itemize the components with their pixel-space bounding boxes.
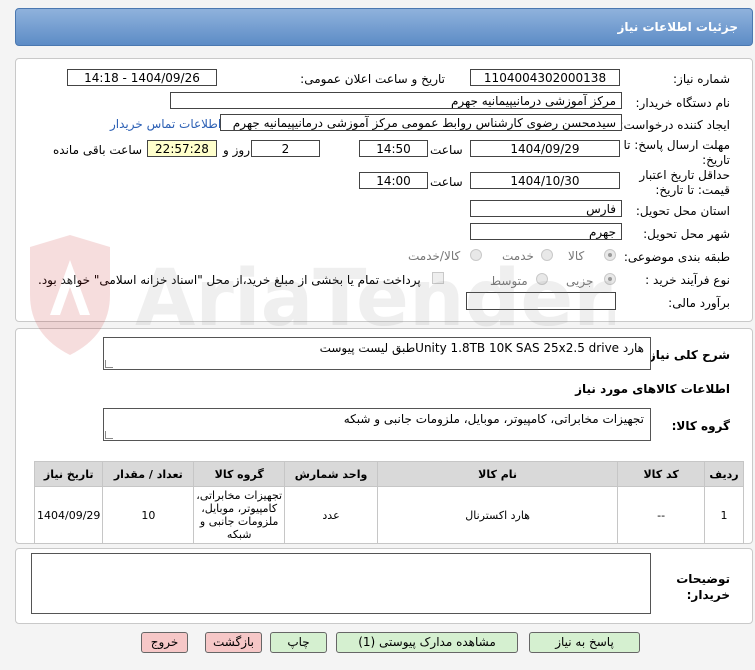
purchase-type-label: نوع فرآیند خرید : <box>645 273 730 287</box>
buyer-notes-field[interactable] <box>31 553 651 614</box>
deadline-label-1: مهلت ارسال پاسخ: تا <box>623 138 730 152</box>
validity-date-field[interactable]: 1404/10/30 <box>470 172 620 189</box>
goods-group-label: گروه کالا: <box>671 419 730 433</box>
print-button[interactable]: چاپ <box>270 632 327 653</box>
col-header-name: نام کالا <box>376 461 619 487</box>
buyer-notes-label-1: توضیحات <box>676 572 730 586</box>
col-header-unit: واحد شمارش <box>284 461 378 487</box>
remaining-time-field: 22:57:28 <box>147 140 217 157</box>
estimate-label: برآورد مالی: <box>668 296 730 310</box>
cell-date: 1404/09/29 <box>33 486 104 544</box>
cell-code: -- <box>617 486 706 544</box>
deadline-label-2: تاریخ: <box>702 153 730 167</box>
col-header-group: گروه کالا <box>193 461 286 487</box>
description-field[interactable]: هارد Unity 1.8TB 10K SAS 25x2.5 driveطبق… <box>103 337 651 370</box>
goods-section-title: اطلاعات کالاهای مورد نیاز <box>575 382 730 396</box>
category-label: طبقه بندی موضوعی: <box>623 250 730 264</box>
creator-label: ایجاد کننده درخواست: <box>619 118 730 132</box>
purchase-option-minor: جزیی <box>566 274 594 288</box>
goods-group-field[interactable]: تجهیزات مخابراتی، کامپیوتر، موبایل، ملزو… <box>103 408 651 441</box>
reply-button[interactable]: پاسخ به نیاز <box>529 632 640 653</box>
validity-time-label: ساعت <box>430 175 463 189</box>
contact-link[interactable]: اطلاعات تماس خریدار <box>110 117 221 131</box>
announce-field[interactable]: 1404/09/26 - 14:18 <box>67 69 217 86</box>
buyer-org-label: نام دستگاه خریدار: <box>635 96 731 110</box>
col-header-code: کد کالا <box>617 461 706 487</box>
page-title: جزئیات اطلاعات نیاز <box>617 20 738 34</box>
description-label: شرح کلی نیاز: <box>644 348 730 362</box>
view-docs-button[interactable]: مشاهده مدارک پیوستی (1) <box>336 632 518 653</box>
col-header-row: ردیف <box>704 461 744 487</box>
creator-field[interactable]: سیدمحسن رضوی کارشناس روابط عمومی مرکز آم… <box>220 114 622 131</box>
table-row: 1 -- هارد اکسترنال عدد تجهیزات مخابراتی،… <box>33 486 744 544</box>
table-header-row: ردیف کد کالا نام کالا واحد شمارش گروه کا… <box>33 461 744 487</box>
estimate-field[interactable] <box>466 292 616 310</box>
days-label: روز و <box>223 143 250 157</box>
back-button[interactable]: بازگشت <box>205 632 262 653</box>
city-field[interactable]: جهرم <box>470 223 622 240</box>
purchase-radio-medium[interactable] <box>536 273 548 285</box>
cell-group: تجهیزات مخابراتی، کامپیوتر، موبایل، ملزو… <box>193 486 286 544</box>
category-option-both: کالا/خدمت <box>408 249 461 263</box>
deadline-time-label: ساعت <box>430 143 463 157</box>
treasury-checkbox[interactable] <box>432 272 444 284</box>
validity-label-1: حداقل تاریخ اعتبار <box>639 168 730 182</box>
days-field[interactable]: 2 <box>251 140 320 157</box>
category-radio-service[interactable] <box>541 249 553 261</box>
category-option-service: خدمت <box>502 249 534 263</box>
resize-handle[interactable] <box>105 431 113 439</box>
deadline-date-field[interactable]: 1404/09/29 <box>470 140 620 157</box>
category-radio-both[interactable] <box>470 249 482 261</box>
province-field[interactable]: فارس <box>470 200 622 217</box>
col-header-date: تاریخ نیاز <box>33 461 104 487</box>
col-header-qty: تعداد / مقدار <box>102 461 195 487</box>
buyer-org-field[interactable]: مرکز آموزشی درمانیپیمانیه جهرم <box>170 92 622 109</box>
category-radio-goods[interactable] <box>604 249 616 261</box>
resize-handle[interactable] <box>105 360 113 368</box>
cell-qty: 10 <box>102 486 195 544</box>
purchase-option-medium: متوسط <box>490 274 528 288</box>
buyer-notes-label-2: خریدار: <box>686 588 730 602</box>
goods-group-text: تجهیزات مخابراتی، کامپیوتر، موبایل، ملزو… <box>343 412 644 426</box>
cell-row: 1 <box>704 486 744 544</box>
payment-note: پرداخت تمام یا بخشی از مبلغ خرید،از محل … <box>38 273 421 287</box>
remaining-label: ساعت باقی مانده <box>53 143 143 157</box>
deadline-time-field[interactable]: 14:50 <box>359 140 428 157</box>
goods-table: ردیف کد کالا نام کالا واحد شمارش گروه کا… <box>33 461 744 544</box>
cell-name: هارد اکسترنال <box>376 486 619 544</box>
announce-label: تاریخ و ساعت اعلان عمومی: <box>300 72 445 86</box>
cell-unit: عدد <box>284 486 378 544</box>
province-label: استان محل تحویل: <box>635 204 730 218</box>
city-label: شهر محل تحویل: <box>643 227 730 241</box>
need-number-label: شماره نیاز: <box>673 72 730 86</box>
exit-button[interactable]: خروج <box>141 632 188 653</box>
purchase-radio-minor[interactable] <box>604 273 616 285</box>
validity-label-2: قیمت: تا تاریخ: <box>655 183 730 197</box>
description-text: هارد Unity 1.8TB 10K SAS 25x2.5 driveطبق… <box>319 341 644 355</box>
category-option-goods: کالا <box>568 249 585 263</box>
page-header: جزئیات اطلاعات نیاز <box>15 8 753 46</box>
validity-time-field[interactable]: 14:00 <box>359 172 428 189</box>
need-number-field[interactable]: 1104004302000138 <box>470 69 620 86</box>
